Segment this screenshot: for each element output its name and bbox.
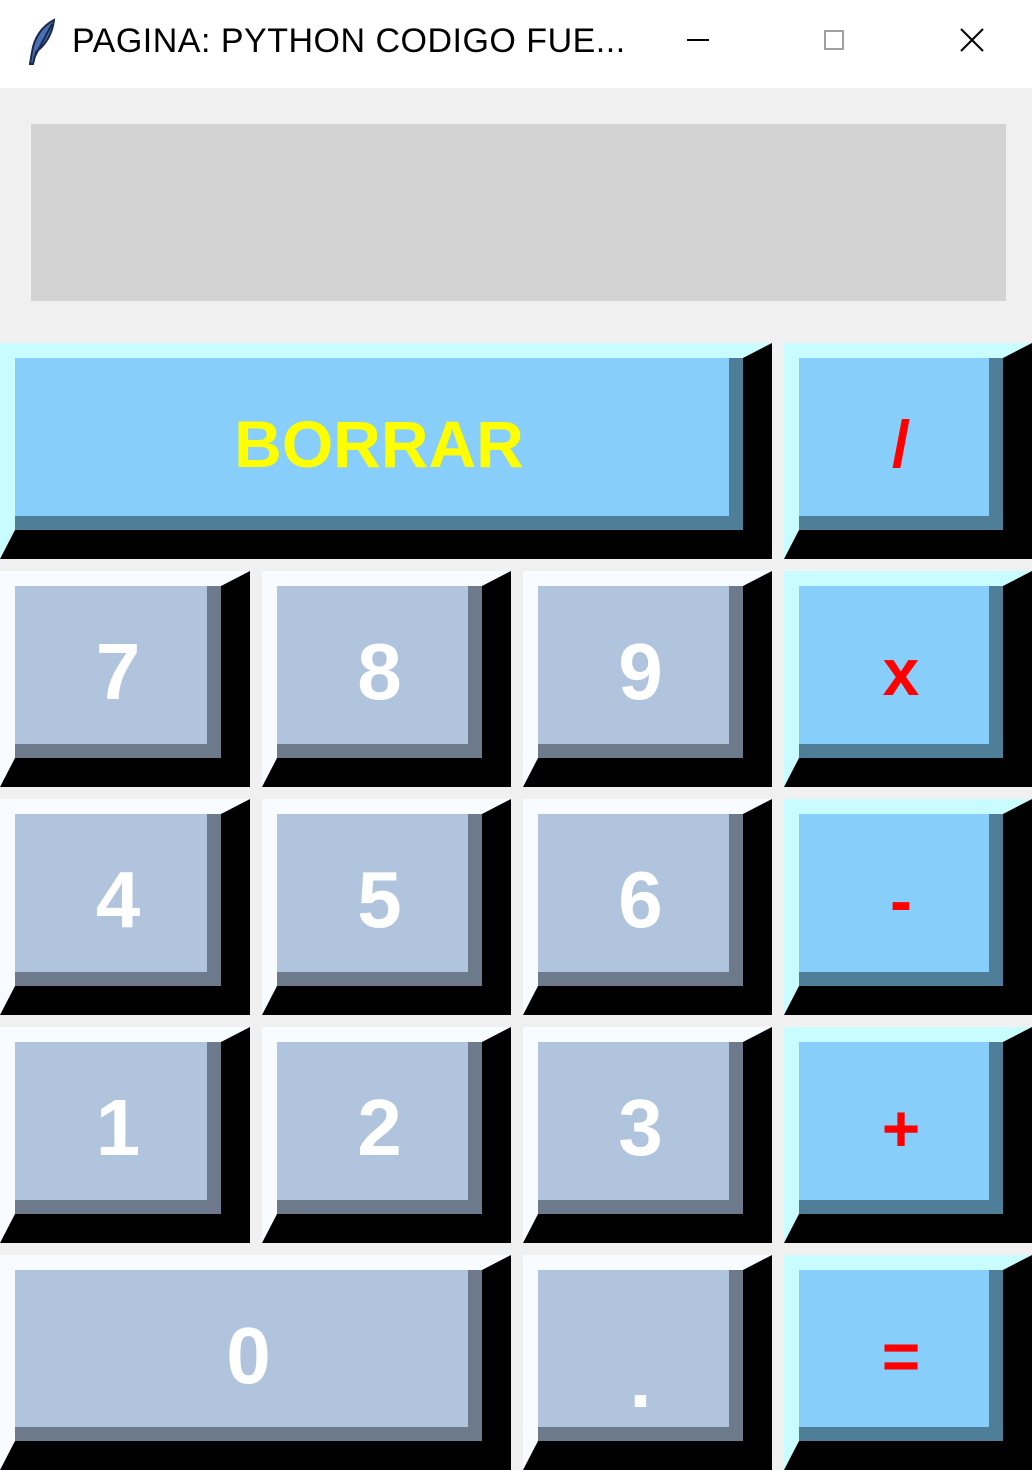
decimal-button[interactable]: . <box>523 1255 772 1470</box>
two-button[interactable]: 2 <box>262 1027 511 1243</box>
decimal-button-label: . <box>629 1334 652 1424</box>
display-field[interactable] <box>31 124 1006 301</box>
add-button-label: + <box>881 1091 921 1165</box>
multiply-button[interactable]: x <box>784 571 1032 787</box>
maximize-icon <box>824 30 844 50</box>
feather-icon <box>28 18 56 65</box>
clear-button[interactable]: BORRAR <box>0 343 772 559</box>
nine-button[interactable]: 9 <box>523 571 772 787</box>
add-button[interactable]: + <box>784 1027 1032 1243</box>
zero-button[interactable]: 0 <box>0 1255 511 1470</box>
four-button-label: 4 <box>95 855 141 944</box>
nine-button-label: 9 <box>618 627 663 716</box>
minimize-icon <box>687 39 709 41</box>
clear-button-label: BORRAR <box>234 407 524 481</box>
multiply-button-label: x <box>882 635 920 709</box>
six-button-label: 6 <box>618 855 663 944</box>
divide-button-label: / <box>891 407 911 481</box>
equals-button[interactable]: = <box>784 1255 1032 1470</box>
window-title: PAGINA: PYTHON CODIGO FUE... <box>72 22 626 60</box>
seven-button[interactable]: 7 <box>0 571 250 787</box>
one-button[interactable]: 1 <box>0 1027 250 1243</box>
subtract-button-label: - <box>890 863 912 937</box>
zero-button-label: 0 <box>226 1310 271 1400</box>
one-button-label: 1 <box>95 1083 141 1172</box>
calculator-body: BORRAR / 7 8 9 x 4 5 6 - 1 2 3 + 0 . = <box>0 88 1032 1470</box>
five-button[interactable]: 5 <box>262 799 511 1015</box>
seven-button-label: 7 <box>95 627 141 716</box>
six-button[interactable]: 6 <box>523 799 772 1015</box>
three-button-label: 3 <box>618 1083 663 1172</box>
four-button[interactable]: 4 <box>0 799 250 1015</box>
eight-button-label: 8 <box>357 627 402 716</box>
minimize-button[interactable] <box>638 0 758 80</box>
five-button-label: 5 <box>357 855 402 944</box>
close-button[interactable] <box>912 0 1032 80</box>
eight-button[interactable]: 8 <box>262 571 511 787</box>
three-button[interactable]: 3 <box>523 1027 772 1243</box>
maximize-button[interactable] <box>774 0 894 80</box>
equals-button-label: = <box>881 1318 921 1393</box>
close-icon <box>960 28 984 52</box>
divide-button[interactable]: / <box>784 343 1032 559</box>
subtract-button[interactable]: - <box>784 799 1032 1015</box>
two-button-label: 2 <box>357 1083 402 1172</box>
title-bar: PAGINA: PYTHON CODIGO FUE... <box>0 0 1032 88</box>
